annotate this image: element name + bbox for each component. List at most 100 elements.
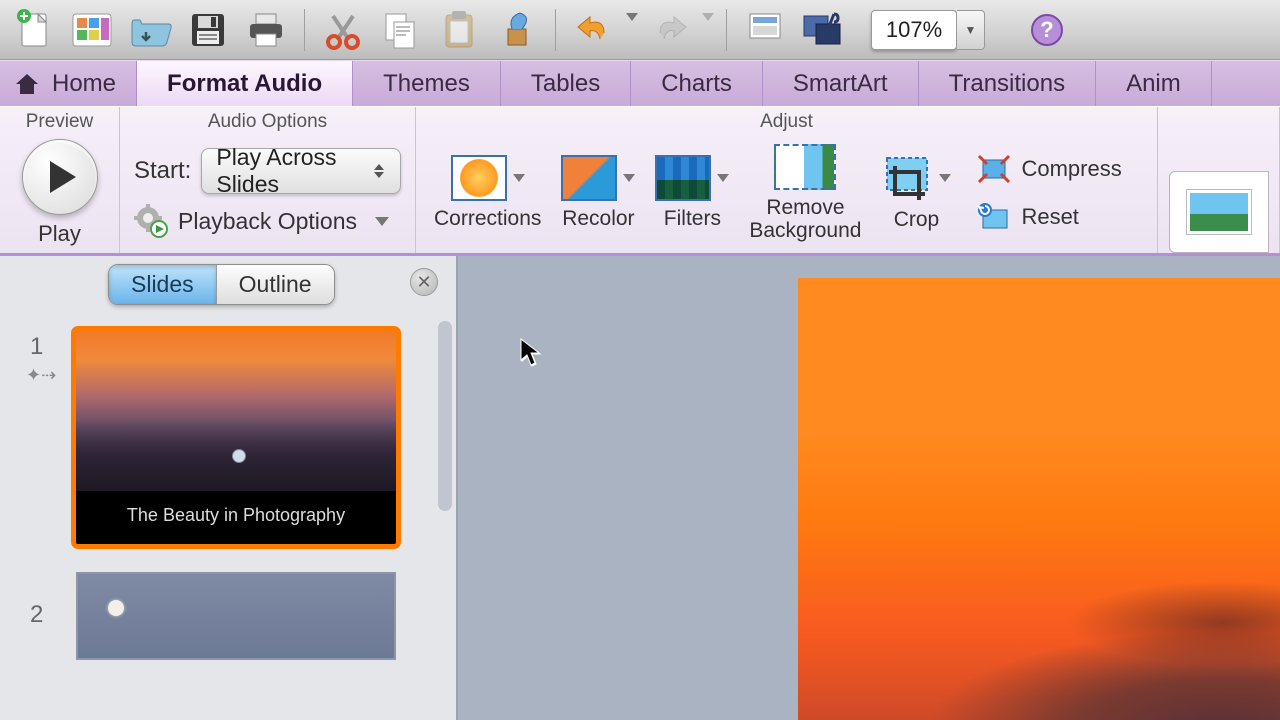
audio-icon — [232, 449, 246, 463]
slide-thumbnail-2[interactable] — [76, 572, 396, 660]
ribbon-tabs: Home Format Audio Themes Tables Charts S… — [0, 60, 1280, 106]
start-value: Play Across Slides — [216, 144, 364, 198]
help-button[interactable]: ? — [1021, 6, 1073, 54]
canvas-area[interactable] — [458, 256, 1280, 720]
group-audio-options: Audio Options Start: Play Across Slides … — [120, 107, 416, 253]
group-preview: Preview Play — [0, 107, 120, 253]
zoom-control[interactable]: 107% ▼ — [871, 10, 985, 50]
transition-badge-icon: ✦⇢ — [26, 365, 56, 386]
undo-dropdown-icon[interactable] — [626, 21, 638, 39]
chevron-down-icon — [513, 174, 525, 182]
save-button[interactable] — [182, 6, 234, 54]
close-panel-button[interactable]: ✕ — [410, 268, 438, 296]
scrollbar[interactable] — [438, 321, 452, 511]
slide-thumbnail-title: The Beauty in Photography — [76, 491, 396, 544]
zoom-value: 107% — [886, 17, 942, 43]
playback-options-button[interactable]: Playback Options — [134, 204, 389, 238]
media-browser-button[interactable] — [797, 6, 849, 54]
toolbar-separator — [304, 9, 305, 51]
group-title-audio-options: Audio Options — [120, 107, 415, 133]
picture-style-thumbnail[interactable] — [1169, 171, 1269, 253]
tab-charts[interactable]: Charts — [631, 61, 763, 106]
play-label: Play — [22, 221, 98, 247]
recolor-label: Recolor — [562, 207, 634, 230]
start-label: Start: — [134, 157, 191, 185]
group-title-adjust: Adjust — [416, 107, 1157, 133]
slide-thumbnail-1[interactable]: The Beauty in Photography — [76, 331, 396, 544]
undo-button[interactable] — [568, 6, 620, 54]
group-picture-styles — [1158, 107, 1280, 253]
slides-tab[interactable]: Slides — [109, 265, 216, 304]
redo-button[interactable] — [644, 6, 696, 54]
stepper-icon — [374, 164, 384, 178]
playback-options-label: Playback Options — [178, 208, 357, 235]
reset-label: Reset — [1021, 204, 1078, 230]
print-button[interactable] — [240, 6, 292, 54]
recolor-icon — [561, 155, 617, 201]
cut-button[interactable] — [317, 6, 369, 54]
group-title-preview: Preview — [0, 107, 119, 133]
chevron-down-icon — [717, 174, 729, 182]
slide-thumbnail-image — [76, 331, 396, 491]
compress-button[interactable]: Compress — [977, 154, 1121, 184]
remove-background-icon — [774, 144, 836, 190]
play-icon — [50, 161, 76, 193]
chevron-down-icon — [623, 174, 635, 182]
close-icon: ✕ — [416, 272, 431, 293]
slide-panel: Slides Outline ✕ 1 ✦⇢ The Beauty in Phot… — [0, 256, 458, 720]
redo-dropdown-icon[interactable] — [702, 21, 714, 39]
filters-button[interactable]: Filters — [651, 155, 733, 230]
reset-icon — [977, 202, 1011, 232]
tab-transitions[interactable]: Transitions — [919, 61, 1096, 106]
toolbar-separator — [555, 9, 556, 51]
tab-animations[interactable]: Anim — [1096, 61, 1212, 106]
reset-button[interactable]: Reset — [977, 202, 1121, 232]
chevron-down-icon — [939, 174, 951, 182]
outline-tab[interactable]: Outline — [216, 265, 334, 304]
crop-icon — [881, 154, 933, 202]
corrections-icon — [451, 155, 507, 201]
tab-smartart[interactable]: SmartArt — [763, 61, 919, 106]
remove-background-button[interactable]: Remove Background — [745, 144, 865, 242]
copy-button[interactable] — [375, 6, 427, 54]
tab-tables[interactable]: Tables — [501, 61, 631, 106]
tab-home[interactable]: Home — [0, 61, 137, 106]
svg-text:?: ? — [1040, 17, 1053, 42]
remove-background-label: Remove Background — [749, 196, 861, 242]
open-button[interactable] — [124, 6, 176, 54]
template-gallery-button[interactable] — [66, 6, 118, 54]
toolbar-separator — [726, 9, 727, 51]
panel-tab-segmented: Slides Outline — [108, 264, 335, 305]
new-slide-button[interactable] — [739, 6, 791, 54]
crop-button[interactable]: Crop — [877, 154, 955, 231]
new-document-button[interactable] — [8, 6, 60, 54]
home-icon — [14, 72, 40, 96]
slide-number: 1 — [30, 333, 43, 361]
play-button[interactable] — [22, 139, 98, 215]
slide-canvas[interactable] — [798, 278, 1280, 720]
filters-icon — [655, 155, 711, 201]
gear-play-icon — [134, 204, 168, 238]
slide-number: 2 — [30, 601, 43, 629]
thumbnail-list: 1 ✦⇢ The Beauty in Photography 2 — [0, 313, 456, 720]
group-adjust: Adjust Corrections Recolor — [416, 107, 1158, 253]
format-painter-button[interactable] — [491, 6, 543, 54]
start-select[interactable]: Play Across Slides — [201, 148, 401, 194]
zoom-dropdown-icon[interactable]: ▼ — [957, 10, 985, 50]
compress-icon — [977, 154, 1011, 184]
tab-format-audio[interactable]: Format Audio — [137, 61, 353, 106]
crop-label: Crop — [894, 208, 940, 231]
paste-button[interactable] — [433, 6, 485, 54]
tab-themes[interactable]: Themes — [353, 61, 501, 106]
workspace: Slides Outline ✕ 1 ✦⇢ The Beauty in Phot… — [0, 256, 1280, 720]
recolor-button[interactable]: Recolor — [557, 155, 639, 230]
landscape-icon — [1187, 190, 1251, 234]
ribbon-body: Preview Play Audio Options Start: Play A… — [0, 106, 1280, 256]
standard-toolbar: 107% ▼ ? — [0, 0, 1280, 60]
compress-label: Compress — [1021, 156, 1121, 182]
corrections-label: Corrections — [434, 207, 541, 230]
moon-icon — [108, 600, 124, 616]
corrections-button[interactable]: Corrections — [430, 155, 545, 230]
chevron-down-icon — [375, 217, 389, 226]
filters-label: Filters — [664, 207, 721, 230]
